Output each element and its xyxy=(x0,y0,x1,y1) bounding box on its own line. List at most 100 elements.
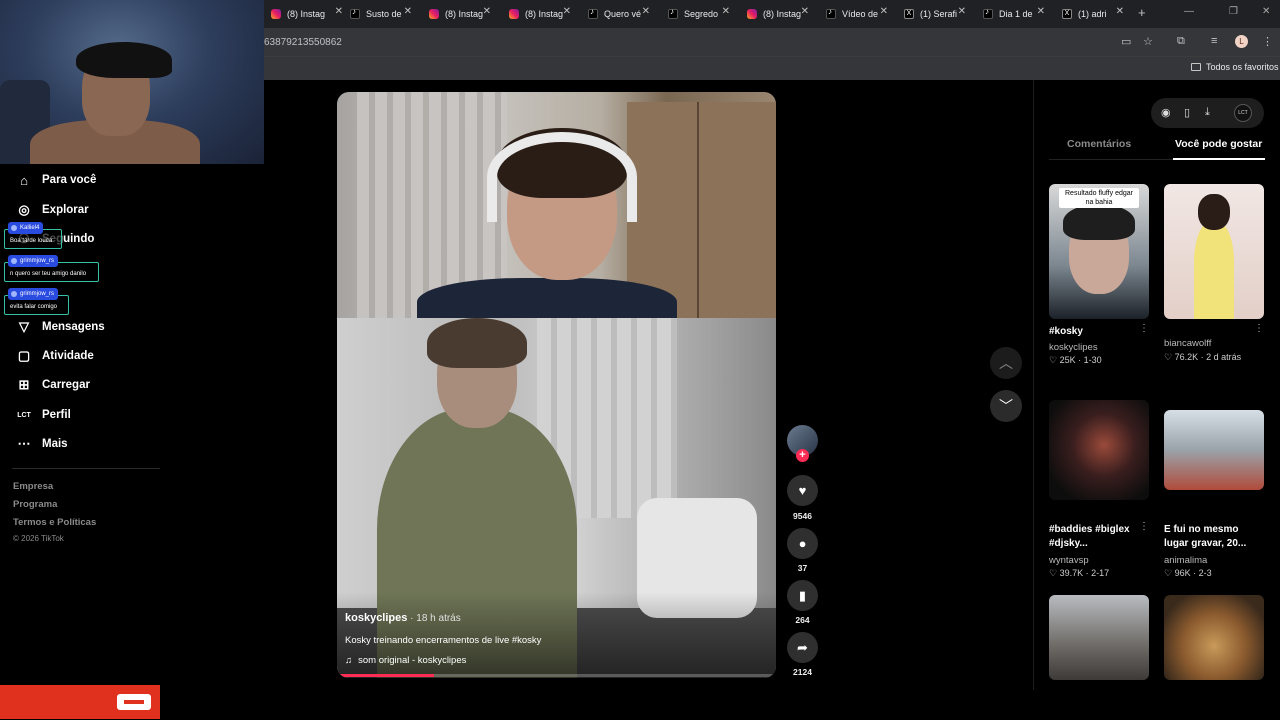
close-tab-icon[interactable]: ✕ xyxy=(563,6,571,17)
close-tab-icon[interactable]: ✕ xyxy=(880,6,888,17)
tiktok-icon xyxy=(350,7,360,19)
video-author[interactable]: koskyclipes · 18 h atrás xyxy=(345,612,461,624)
video-time: · 18 h atrás xyxy=(407,613,461,624)
share-count: 2124 xyxy=(793,667,812,677)
link-icon[interactable]: ◉ xyxy=(1161,106,1171,119)
card-title[interactable]: #kosky xyxy=(1049,325,1145,339)
share-icon: ➦ xyxy=(797,639,808,655)
nav-item-carregar[interactable]: ⊞ Carregar xyxy=(16,375,90,395)
instagram-icon xyxy=(509,9,519,19)
nav-item-perfil[interactable]: LCT Perfil xyxy=(16,405,71,425)
card-username[interactable]: koskyclipes xyxy=(1049,342,1098,353)
follow-plus-icon[interactable]: + xyxy=(796,449,809,462)
cast-icon[interactable]: ▭ xyxy=(1121,35,1131,48)
card-username[interactable]: biancawolff xyxy=(1164,338,1211,349)
home-icon: ⌂ xyxy=(20,172,28,188)
close-tab-icon[interactable]: ✕ xyxy=(642,6,650,17)
instagram-icon xyxy=(747,9,757,19)
close-tab-icon[interactable]: ✕ xyxy=(801,6,809,17)
url-field[interactable]: 63879213550862 xyxy=(264,37,342,48)
card-title[interactable]: #baddies #biglex #djsky... xyxy=(1049,523,1145,551)
more-options-icon[interactable]: ⋮ xyxy=(1139,521,1149,532)
footer-link-termos[interactable]: Termos e Políticas xyxy=(13,517,96,528)
close-tab-icon[interactable]: ✕ xyxy=(483,6,491,17)
like-count: 9546 xyxy=(793,511,812,521)
stream-logo-icon xyxy=(117,694,151,710)
webcam-overlay xyxy=(0,0,264,164)
new-tab-icon[interactable]: + xyxy=(1138,5,1146,20)
browser-tab[interactable]: Quero vé✕ xyxy=(588,4,650,24)
nav-item-mais[interactable]: ⋯ Mais xyxy=(16,434,68,454)
browser-tab[interactable]: (8) Instag ✕ xyxy=(429,4,491,24)
user-avatar[interactable]: LCT xyxy=(1234,104,1252,122)
close-tab-icon[interactable]: ✕ xyxy=(404,6,412,17)
tiktok-icon xyxy=(668,7,678,19)
close-tab-icon[interactable]: ✕ xyxy=(958,6,966,17)
phone-icon[interactable]: ▯ xyxy=(1184,106,1190,119)
browser-tab[interactable]: (8) Instag ✕ xyxy=(509,4,571,24)
comment-icon: ● xyxy=(798,536,807,551)
browser-menu-icon[interactable]: ⋮ xyxy=(1262,35,1273,48)
tiktok-icon xyxy=(983,7,993,19)
browser-tab[interactable]: (8) Instag ✕ xyxy=(747,4,809,24)
browser-tab[interactable]: Dia 1 de✕ xyxy=(983,4,1045,24)
download-icon[interactable]: ⤓ xyxy=(1205,106,1210,119)
thumbnail-text: Resultado fluffy edgar na bahia xyxy=(1059,188,1139,208)
music-note-icon: ♫ xyxy=(345,655,353,666)
video-player[interactable]: koskyclipes · 18 h atrás Kosky treinando… xyxy=(337,92,776,678)
close-tab-icon[interactable]: ✕ xyxy=(1037,6,1045,17)
footer-link-programa[interactable]: Programa xyxy=(13,499,57,510)
browser-tab[interactable]: Susto de✕ xyxy=(350,4,412,24)
card-title[interactable]: E fui no mesmo lugar gravar, 20... xyxy=(1164,523,1260,551)
browser-tab[interactable]: (1) adri✕ xyxy=(1062,4,1124,24)
video-music[interactable]: ♫ som original - koskyclipes xyxy=(345,655,466,666)
next-video-button[interactable]: ﹀ xyxy=(990,390,1022,422)
more-icon: ⋯ xyxy=(17,436,31,451)
share-button[interactable]: ➦ xyxy=(787,632,818,663)
close-tab-icon[interactable]: ✕ xyxy=(722,6,730,17)
inbox-icon: ▢ xyxy=(17,348,31,363)
bookmark-star-icon[interactable]: ☆ xyxy=(1143,35,1153,48)
browser-tab[interactable]: (1) Serafi✕ xyxy=(904,4,966,24)
nav-item-explorar[interactable]: ◎ Explorar xyxy=(16,200,88,220)
heart-outline-icon: ♡ xyxy=(1049,568,1060,578)
card-username[interactable]: animalima xyxy=(1164,555,1207,566)
nav-item-atividade[interactable]: ▢ Atividade xyxy=(16,346,94,366)
minimize-icon[interactable]: — xyxy=(1184,6,1194,17)
media-icon[interactable]: ≡ xyxy=(1211,35,1217,47)
nav-item-mensagens[interactable]: ▽ Mensagens xyxy=(16,317,105,337)
comment-button[interactable]: ● xyxy=(787,528,818,559)
previous-video-button[interactable]: ︿ xyxy=(990,347,1022,379)
tab-comentarios[interactable]: Comentários xyxy=(1067,138,1131,150)
browser-tab[interactable]: Segredo✕ xyxy=(668,4,730,24)
video-thumbnail[interactable] xyxy=(1164,595,1264,680)
video-thumbnail[interactable] xyxy=(1164,410,1264,490)
all-bookmarks[interactable]: Todos os favoritos xyxy=(1191,62,1279,72)
save-button[interactable]: ▮ xyxy=(787,580,818,611)
chevron-down-icon: ﹀ xyxy=(999,398,1013,414)
video-thumbnail[interactable]: Resultado fluffy edgar na bahia xyxy=(1049,184,1149,319)
extensions-icon[interactable]: ⧉ xyxy=(1177,35,1185,48)
video-thumbnail[interactable] xyxy=(1049,595,1149,680)
browser-tab[interactable]: (8) Instag ✕ xyxy=(271,4,343,24)
close-tab-icon[interactable]: ✕ xyxy=(335,6,343,17)
profile-avatar[interactable]: L xyxy=(1235,35,1248,48)
nav-item-para-voce[interactable]: ⌂ Para você xyxy=(16,170,96,190)
tab-voce-pode-gostar[interactable]: Você pode gostar xyxy=(1175,138,1262,150)
close-tab-icon[interactable]: ✕ xyxy=(1116,6,1124,17)
video-thumbnail[interactable] xyxy=(1164,184,1264,319)
heart-outline-icon: ♡ xyxy=(1049,355,1060,365)
video-progress-bar[interactable] xyxy=(337,674,776,677)
video-thumbnail[interactable] xyxy=(1049,400,1149,500)
heart-icon: ♥ xyxy=(798,483,807,498)
chat-message: Kalliel4 Boa tarde louca xyxy=(4,222,62,249)
footer-link-empresa[interactable]: Empresa xyxy=(13,481,53,492)
browser-tab[interactable]: Vídeo de✕ xyxy=(826,4,888,24)
more-options-icon[interactable]: ⋮ xyxy=(1254,323,1264,334)
like-button[interactable]: ♥ xyxy=(787,475,818,506)
close-window-icon[interactable]: ✕ xyxy=(1262,6,1270,17)
x-icon xyxy=(904,9,914,19)
restore-icon[interactable]: ❐ xyxy=(1229,6,1238,17)
card-username[interactable]: wyntavsp xyxy=(1049,555,1089,566)
more-options-icon[interactable]: ⋮ xyxy=(1139,323,1149,334)
